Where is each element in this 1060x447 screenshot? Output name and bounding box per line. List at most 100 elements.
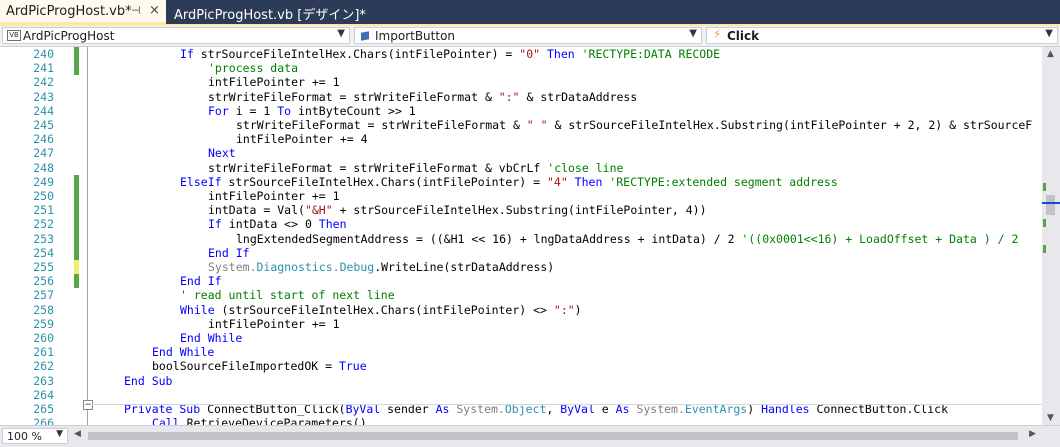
navigation-bar: VB ArdPicProgHost ▼ ImportButton ▼ ⚡ Cli…	[0, 26, 1060, 47]
change-marker	[74, 245, 79, 260]
scroll-left-icon[interactable]: ◀	[74, 429, 81, 439]
scroll-down-icon[interactable]: ▼	[1047, 413, 1054, 423]
code-line[interactable]: Call RetrieveDeviceParameters()	[152, 416, 367, 425]
tab-label: ArdPicProgHost.vb [デザイン]*	[174, 8, 366, 23]
code-line[interactable]: End While	[180, 331, 242, 345]
change-marker	[74, 231, 79, 246]
scroll-thumb[interactable]	[1046, 195, 1055, 215]
code-line[interactable]: boolSourceFileImportedOK = True	[152, 359, 367, 373]
code-token: RetrieveDeviceParameters()	[186, 416, 367, 425]
horizontal-scrollbar[interactable]: ◀ ▶	[72, 429, 1038, 443]
line-number: 262	[33, 359, 54, 374]
caret-position-marker	[1042, 202, 1060, 204]
outlining-guide	[87, 47, 88, 425]
code-token: intFilePointer += 1	[208, 189, 340, 203]
change-marker	[74, 61, 79, 76]
code-token: Next	[208, 146, 236, 161]
code-token: " "	[526, 118, 548, 132]
code-token: strWriteFileFormat = strWriteFileFormat …	[208, 160, 548, 175]
line-number: 265	[33, 402, 54, 416]
code-token: Diagnostics	[256, 260, 333, 274]
code-token: Debug	[339, 260, 375, 274]
line-number: 266	[33, 416, 54, 425]
code-line[interactable]: strWriteFileFormat = strWriteFileFormat …	[208, 161, 623, 175]
code-line[interactable]: If strSourceFileIntelHex.Chars(intFilePo…	[180, 47, 720, 61]
object-dropdown[interactable]: ImportButton ▼	[354, 27, 702, 44]
code-token: ":"	[498, 89, 520, 104]
code-token: strWriteFileFormat = strWriteFileFormat …	[236, 118, 527, 132]
code-token: lngExtendedSegmentAddress = ((&H1 << 16)…	[236, 231, 742, 246]
code-line[interactable]: ' read until start of next line	[180, 288, 395, 302]
lightning-icon: ⚡	[713, 27, 722, 41]
scroll-thumb[interactable]	[88, 432, 1018, 440]
code-token: "0"	[519, 47, 541, 61]
tab-label: ArdPicProgHost.vb*	[6, 4, 132, 19]
chevron-down-icon: ▼	[689, 28, 697, 39]
vb-icon: VB	[7, 30, 21, 41]
code-token: strSourceFileIntelHex.Chars(intFilePoint…	[228, 174, 547, 189]
code-token: (strSourceFileIntelHex.Chars(intFilePoin…	[221, 302, 554, 317]
event-dropdown[interactable]: ⚡ Click ▼	[706, 27, 1058, 44]
object-dropdown-label: ImportButton	[375, 29, 456, 43]
line-number: 242	[33, 75, 54, 90]
code-token: strWriteFileFormat = strWriteFileFormat …	[208, 89, 499, 104]
code-line[interactable]: While (strSourceFileIntelHex.Chars(intFi…	[180, 303, 582, 317]
code-line[interactable]: intFilePointer += 1	[208, 189, 340, 203]
tab-ardpicproghost-vb[interactable]: ArdPicProgHost.vb* ⊣ ×	[0, 0, 166, 24]
line-number: 256	[33, 274, 54, 289]
line-number: 252	[33, 217, 54, 232]
code-line[interactable]: strWriteFileFormat = strWriteFileFormat …	[236, 118, 1032, 132]
code-line[interactable]: 'process data	[208, 61, 298, 75]
line-number: 250	[33, 189, 54, 203]
code-token: 'process data	[208, 61, 299, 76]
scroll-up-icon[interactable]: ▲	[1047, 49, 1054, 59]
line-number-gutter: 240 241 242 243 244 245 246 247 248 249 250 251 252 2…	[0, 47, 72, 425]
line-number: 257	[33, 288, 54, 303]
code-token: 'RECTYPE:extended segment address	[609, 174, 838, 189]
code-line[interactable]: System.Diagnostics.Debug.WriteLine(strDa…	[208, 260, 554, 274]
chevron-down-icon: ▼	[1045, 28, 1053, 39]
code-token: )	[574, 302, 582, 317]
code-line[interactable]: ElseIf strSourceFileIntelHex.Chars(intFi…	[180, 175, 838, 189]
code-token: True	[338, 359, 367, 374]
code-line[interactable]: End Sub	[124, 374, 172, 388]
code-line[interactable]: End If	[180, 274, 222, 288]
code-editor[interactable]: 240 241 242 243 244 245 246 247 248 249 250 251 252 2…	[0, 47, 1042, 425]
line-number: 247	[33, 146, 54, 161]
change-marker	[74, 274, 79, 289]
code-area[interactable]: If strSourceFileIntelHex.Chars(intFilePo…	[92, 47, 1042, 425]
zoom-dropdown[interactable]: 100 % ▼	[2, 428, 68, 444]
code-line[interactable]: lngExtendedSegmentAddress = ((&H1 << 16)…	[236, 232, 1018, 246]
procedure-separator	[92, 404, 1042, 405]
scroll-right-icon[interactable]: ▶	[1029, 429, 1036, 439]
line-number: 249	[33, 174, 54, 189]
project-dropdown[interactable]: VB ArdPicProgHost ▼	[2, 27, 350, 44]
code-token: + strSourceFileIntelHex.Substring(intFil…	[332, 203, 707, 218]
vertical-scrollbar[interactable]: ▲ ▼	[1042, 47, 1060, 425]
code-line[interactable]: intFilePointer += 4	[236, 132, 368, 146]
change-marker	[74, 174, 79, 189]
line-number: 251	[33, 203, 54, 218]
code-line[interactable]: intFilePointer += 1	[208, 317, 340, 331]
code-line[interactable]: End While	[152, 345, 214, 359]
close-icon[interactable]: ×	[149, 3, 160, 18]
code-line[interactable]: If intData <> 0 Then	[208, 217, 347, 231]
line-number: 248	[33, 160, 54, 175]
code-token: End While	[180, 331, 243, 345]
code-token: intByteCount >> 1	[298, 103, 416, 118]
code-line[interactable]: End If	[208, 246, 250, 260]
code-token: 'RECTYPE:DATA RECODE	[581, 47, 721, 61]
zoom-level: 100 %	[7, 430, 42, 443]
code-token: .WriteLine(strDataAddress)	[374, 260, 555, 274]
code-line[interactable]: intData = Val("&H" + strSourceFileIntelH…	[208, 203, 707, 217]
code-line[interactable]: For i = 1 To intByteCount >> 1	[208, 104, 416, 118]
pin-icon[interactable]: ⊣	[131, 4, 141, 17]
code-line[interactable]: strWriteFileFormat = strWriteFileFormat …	[208, 90, 637, 104]
code-token: ElseIf	[180, 174, 229, 189]
change-marker	[74, 203, 79, 218]
code-token: If	[180, 47, 201, 61]
code-token: "&H"	[304, 203, 333, 218]
code-line[interactable]: Next	[208, 146, 236, 160]
code-line[interactable]: intFilePointer += 1	[208, 75, 340, 89]
cube-icon	[361, 31, 369, 41]
